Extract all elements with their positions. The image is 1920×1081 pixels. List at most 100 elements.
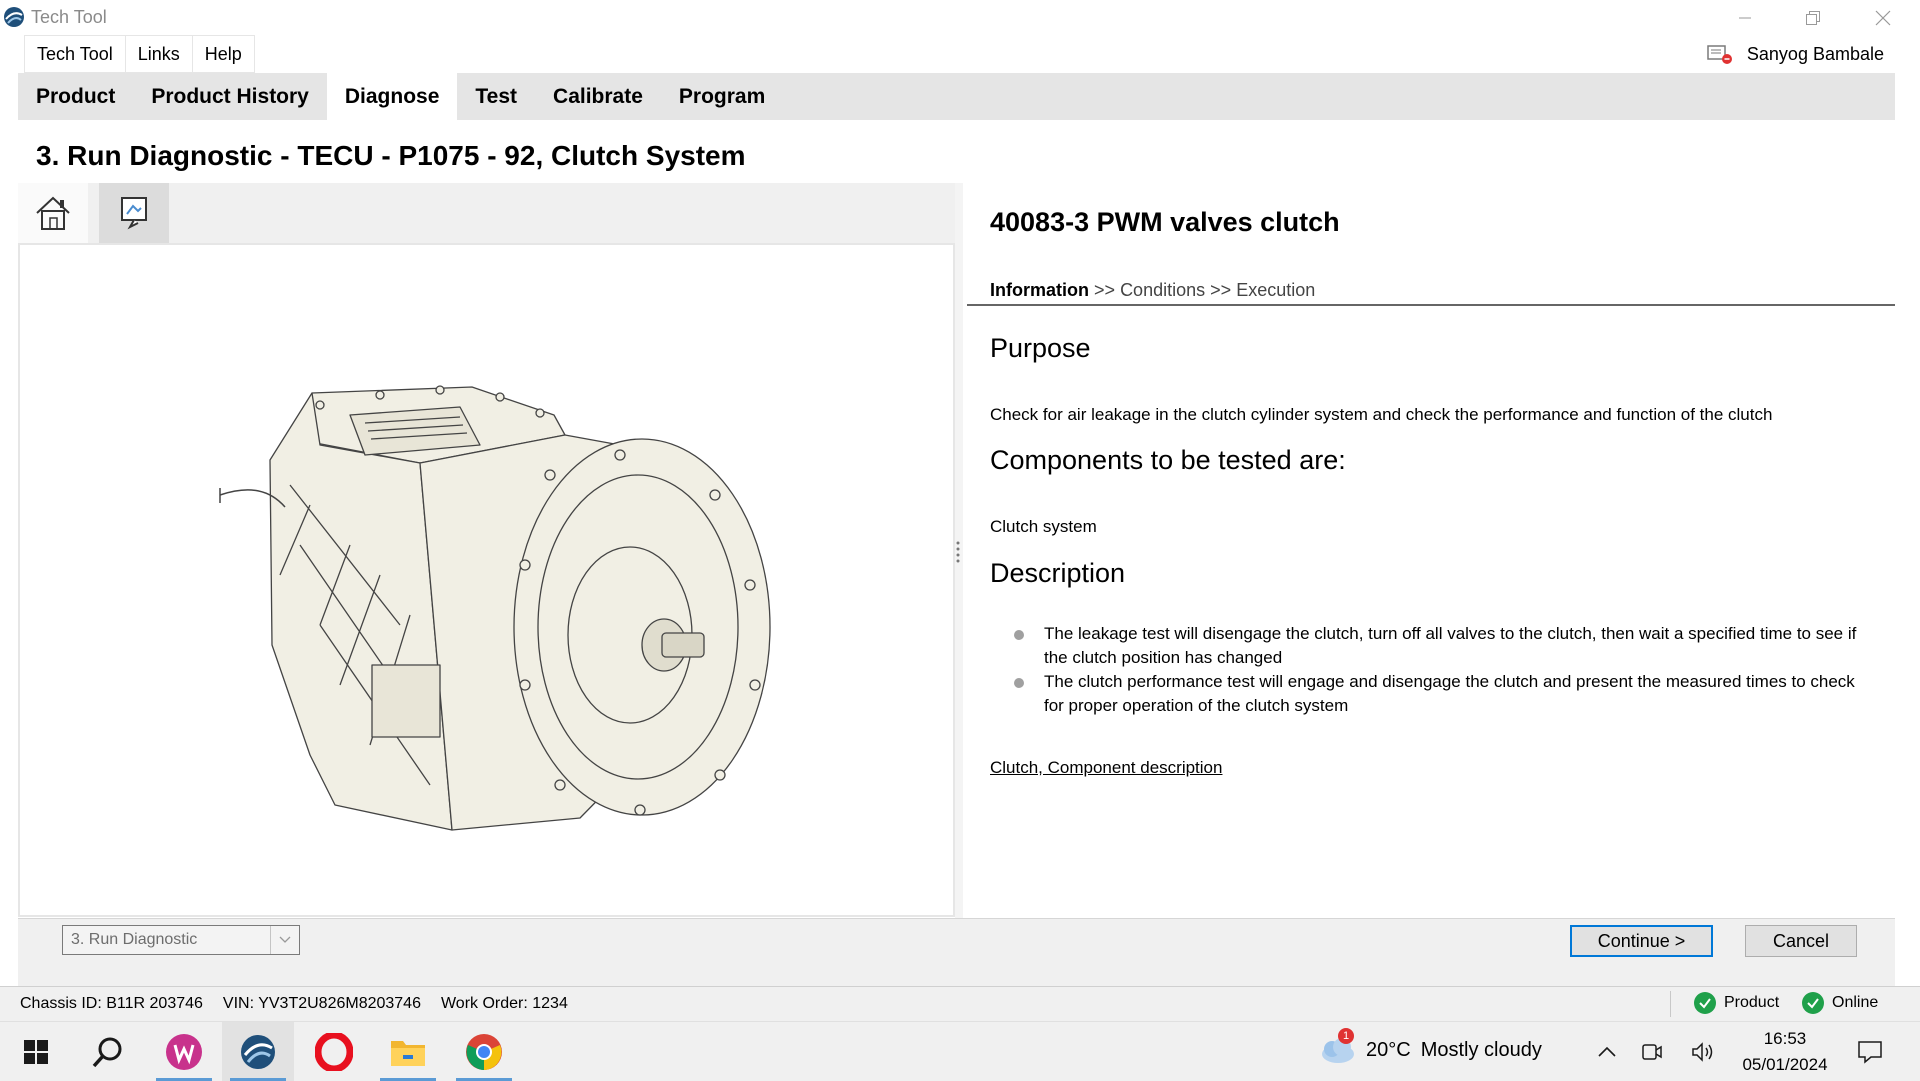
tech-tool-logo-icon xyxy=(4,7,24,27)
tab-diagnose[interactable]: Diagnose xyxy=(326,73,458,120)
taskbar-app-file-explorer[interactable] xyxy=(372,1022,444,1081)
menu-bar: Tech Tool Links Help xyxy=(24,35,255,73)
bullet-icon xyxy=(1014,630,1024,640)
frame-left xyxy=(0,35,18,985)
tab-calibrate[interactable]: Calibrate xyxy=(535,73,661,120)
minimize-icon xyxy=(1739,17,1751,18)
clock-date: 05/01/2024 xyxy=(1742,1055,1828,1074)
continue-button[interactable]: Continue > xyxy=(1570,925,1713,957)
folder-icon xyxy=(391,1040,425,1066)
windows-start-icon xyxy=(24,1039,48,1064)
close-icon xyxy=(1875,10,1891,25)
restore-icon xyxy=(1806,10,1820,25)
minimize-button[interactable] xyxy=(1715,0,1775,35)
user-name: Sanyog Bambale xyxy=(1746,43,1884,64)
purpose-heading: Purpose xyxy=(990,333,1091,363)
home-button[interactable] xyxy=(18,183,88,243)
notification-icon xyxy=(1858,1040,1882,1064)
status-divider xyxy=(1670,991,1671,1017)
speaker-icon xyxy=(1692,1041,1713,1062)
list-item: The leakage test will disengage the clut… xyxy=(1010,622,1860,670)
menu-item-links[interactable]: Links xyxy=(124,35,192,73)
breadcrumb-conditions: Conditions xyxy=(1120,280,1206,300)
taskbar-app-tech-tool[interactable] xyxy=(222,1022,294,1081)
taskbar: 1 20°C Mostly cloudy 16:53 05/01/2024 xyxy=(0,1021,1920,1081)
splitter-grip-icon xyxy=(956,541,960,563)
camera-icon xyxy=(1642,1043,1662,1060)
search-button[interactable] xyxy=(72,1022,144,1081)
home-icon xyxy=(36,196,70,230)
description-heading: Description xyxy=(990,558,1126,588)
breadcrumb-separator: >> xyxy=(1210,280,1232,300)
opera-icon xyxy=(315,1032,353,1071)
status-bar: Chassis ID: B11R 203746 VIN: YV3T2U826M8… xyxy=(0,986,1920,1022)
cancel-button[interactable]: Cancel xyxy=(1745,925,1857,957)
chassis-id: Chassis ID: B11R 203746 xyxy=(20,995,203,1012)
page-title: 3. Run Diagnostic - TECU - P1075 - 92, C… xyxy=(36,140,746,171)
component-description-link[interactable]: Clutch, Component description xyxy=(990,758,1222,778)
close-button[interactable] xyxy=(1853,0,1913,35)
components-text: Clutch system xyxy=(990,517,1097,536)
bullet-icon xyxy=(1014,678,1024,688)
online-status: Online xyxy=(1802,992,1878,1014)
wps-office-icon xyxy=(166,1033,202,1070)
tab-product-history[interactable]: Product History xyxy=(133,73,327,120)
breadcrumb-divider xyxy=(967,304,1895,306)
vehicle-info: Chassis ID: B11R 203746 VIN: YV3T2U826M8… xyxy=(20,995,568,1013)
tab-program[interactable]: Program xyxy=(661,73,783,120)
breadcrumb-separator: >> xyxy=(1094,280,1116,300)
product-status-label: Product xyxy=(1724,994,1780,1011)
system-clock[interactable]: 16:53 05/01/2024 xyxy=(1735,1026,1835,1078)
volume-button[interactable] xyxy=(1676,1022,1732,1081)
document-image-button[interactable] xyxy=(99,183,169,243)
frame-right xyxy=(1895,35,1920,985)
clock-time: 16:53 xyxy=(1763,1029,1807,1048)
notifications-button[interactable] xyxy=(1840,1022,1900,1081)
list-item: The clutch performance test will engage … xyxy=(1010,670,1860,718)
step-select-dropdown[interactable]: 3. Run Diagnostic xyxy=(62,925,300,955)
weather-condition: Mostly cloudy xyxy=(1420,1038,1542,1061)
meet-now-button[interactable] xyxy=(1624,1022,1680,1081)
components-heading: Components to be tested are: xyxy=(990,445,1346,475)
tab-product[interactable]: Product xyxy=(18,73,133,120)
menu-item-help[interactable]: Help xyxy=(191,35,255,73)
taskbar-app-wps[interactable] xyxy=(148,1022,220,1081)
nav-tab-bar: Product Product History Diagnose Test Ca… xyxy=(18,73,1895,120)
gearbox-illustration xyxy=(219,385,771,831)
document-image-icon xyxy=(121,197,147,230)
product-status: Product xyxy=(1694,992,1779,1014)
breadcrumb-execution: Execution xyxy=(1236,280,1316,300)
test-title: 40083-3 PWM valves clutch xyxy=(990,207,1340,237)
chevron-down-icon xyxy=(279,936,291,943)
chevron-up-icon xyxy=(1598,1046,1616,1057)
taskbar-app-opera[interactable] xyxy=(298,1022,370,1081)
vin: VIN: YV3T2U826M8203746 xyxy=(222,995,421,1012)
restore-button[interactable] xyxy=(1783,0,1843,35)
start-button[interactable] xyxy=(0,1022,72,1081)
tech-tool-taskbar-icon xyxy=(241,1034,275,1069)
work-order: Work Order: 1234 xyxy=(440,995,568,1012)
description-list: The leakage test will disengage the clut… xyxy=(1010,622,1860,718)
window-title: Tech Tool xyxy=(31,7,107,27)
weather-cloud-icon: 1 xyxy=(1318,1028,1356,1066)
online-status-label: Online xyxy=(1832,994,1879,1011)
taskbar-app-chrome[interactable] xyxy=(448,1022,520,1081)
tab-test[interactable]: Test xyxy=(457,73,535,120)
step-select-value: 3. Run Diagnostic xyxy=(71,931,198,948)
weather-badge: 1 xyxy=(1338,1028,1354,1044)
user-area: Sanyog Bambale xyxy=(1707,40,1884,68)
menu-item-tech-tool[interactable]: Tech Tool xyxy=(24,35,125,73)
step-breadcrumb: Information >> Conditions >> Execution xyxy=(990,280,1315,301)
step-select-arrow[interactable] xyxy=(270,926,299,954)
breadcrumb-information: Information xyxy=(990,280,1089,300)
check-icon xyxy=(1694,992,1716,1014)
image-toolbar xyxy=(18,183,955,243)
weather-widget[interactable]: 1 20°C Mostly cloudy xyxy=(1318,1028,1542,1066)
user-status-icon[interactable] xyxy=(1707,43,1733,65)
purpose-text: Check for air leakage in the clutch cyli… xyxy=(990,405,1773,424)
weather-temperature: 20°C xyxy=(1366,1038,1411,1061)
chrome-icon xyxy=(466,1033,502,1070)
description-bullet-text: The leakage test will disengage the clut… xyxy=(1044,624,1857,667)
description-bullet-text: The clutch performance test will engage … xyxy=(1044,672,1855,715)
check-icon xyxy=(1802,992,1824,1014)
